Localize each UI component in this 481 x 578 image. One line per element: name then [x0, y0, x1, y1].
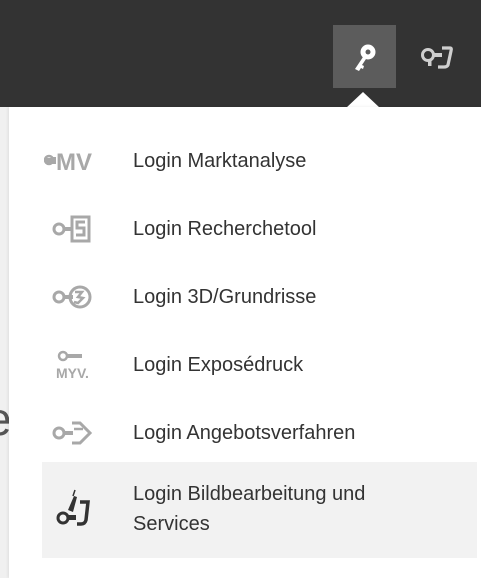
page-left-strip [0, 107, 9, 578]
menu-item-marktanalyse[interactable]: MV Login Marktanalyse [42, 127, 477, 195]
grundrisse-icon [42, 277, 106, 317]
login-key-button[interactable] [333, 25, 396, 88]
logout-icon [420, 45, 453, 69]
menu-item-grundrisse[interactable]: Login 3D/Grundrisse [42, 263, 477, 331]
login-dropdown-menu: MV Login Marktanalyse Login Recherchetoo… [9, 107, 481, 578]
marktanalyse-icon-text: MV [56, 149, 92, 176]
menu-item-label: Login Angebotsverfahren [133, 421, 356, 444]
menu-item-label-line1: Login Bildbearbeitung und [133, 483, 366, 505]
key-icon [354, 44, 375, 71]
menu-item-label: Login 3D/Grundrisse [133, 285, 317, 308]
menu-item-bildbearbeitung[interactable]: Login Bildbearbeitung und Services [42, 462, 477, 558]
marktanalyse-icon: MV [42, 141, 106, 181]
bildbearbeitung-icon [42, 488, 106, 528]
menu-item-exposedruck[interactable]: MYV. Login Exposédruck [42, 331, 477, 399]
menu-item-label-line2: Services [133, 513, 210, 535]
menu-item-angebotsverfahren[interactable]: Login Angebotsverfahren [42, 399, 477, 467]
menu-item-label: Login Exposédruck [133, 353, 304, 376]
exposedruck-icon: MYV. [42, 345, 106, 385]
logout-button[interactable] [405, 25, 468, 88]
menu-item-label: Login Marktanalyse [133, 149, 307, 172]
top-bar [0, 0, 481, 107]
menu-item-label: Login Recherchetool [133, 217, 317, 240]
angebotsverfahren-icon [42, 413, 106, 453]
exposedruck-icon-text: MYV. [56, 365, 89, 381]
menu-item-recherchetool[interactable]: Login Recherchetool [42, 195, 477, 263]
recherchetool-icon [42, 209, 106, 249]
dropdown-caret [346, 92, 380, 108]
